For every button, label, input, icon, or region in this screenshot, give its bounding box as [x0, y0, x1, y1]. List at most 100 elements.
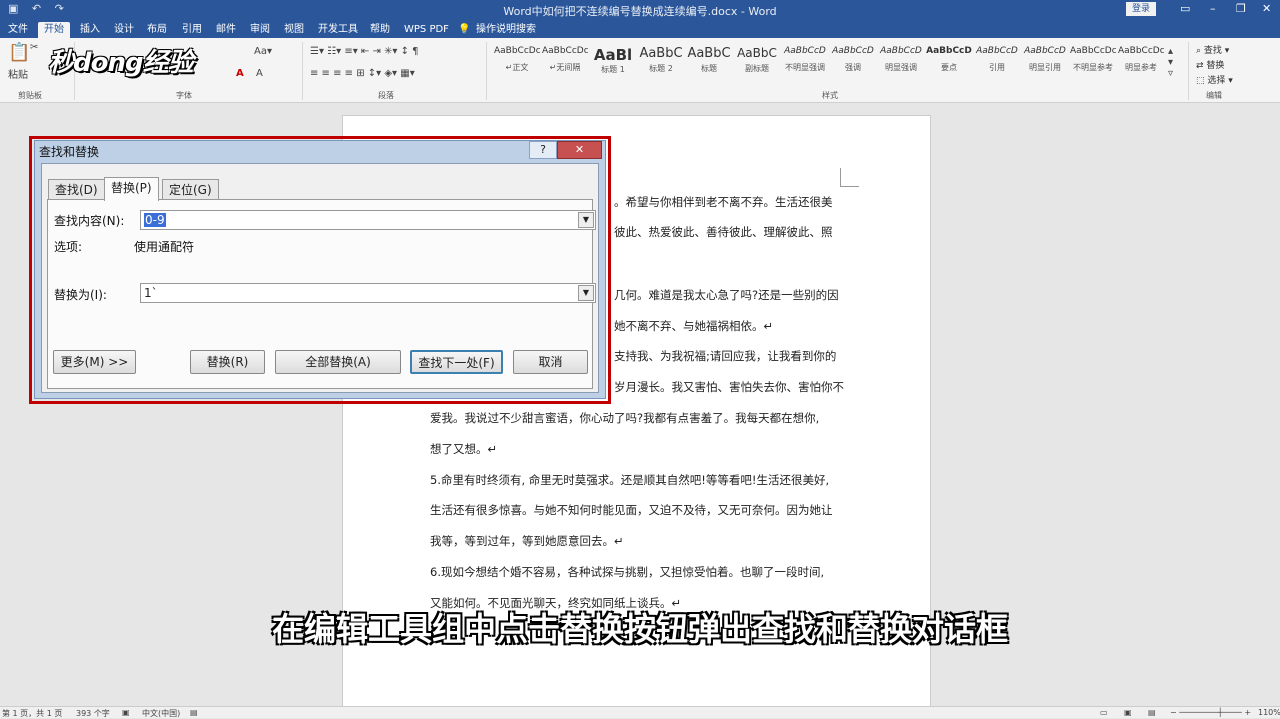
tab-review[interactable]: 审阅 [250, 22, 270, 38]
language[interactable]: 中文(中国) [142, 708, 180, 719]
tab-view[interactable]: 视图 [284, 22, 304, 38]
paste-label[interactable]: 粘贴 [8, 66, 28, 81]
separator [302, 42, 303, 100]
close-window-icon[interactable]: ✕ [1262, 2, 1271, 15]
paste-icon[interactable]: 📋 [8, 42, 30, 63]
select-button[interactable]: ⬚ 选择 ▾ [1196, 73, 1233, 86]
find-what-label: 查找内容(N): [54, 214, 125, 228]
style-intense-quote[interactable]: AaBbCcD 明显引用 [1022, 46, 1068, 82]
style-intense-emphasis[interactable]: AaBbCcD 明显强调 [878, 46, 924, 82]
replace-button[interactable]: 替换(R) [190, 350, 265, 374]
style-heading2[interactable]: AaBbC 标题 2 [638, 46, 684, 82]
ribbon-tabs: 文件 开始 插入 设计 布局 引用 邮件 审阅 视图 开发工具 帮助 WPS P… [0, 20, 1280, 38]
tab-home[interactable]: 开始 [38, 22, 70, 38]
tab-find[interactable]: 查找(D) [48, 179, 105, 200]
find-button[interactable]: ⌕ 查找 ▾ [1196, 43, 1229, 56]
doc-line: 。希望与你相伴到老不离不弃。生活还很美 [614, 195, 833, 209]
options-label: 选项: [54, 240, 83, 254]
style-intense-reference[interactable]: AaBbCcDc 明显参考 [1118, 46, 1164, 82]
tab-wps-pdf[interactable]: WPS PDF [404, 22, 449, 38]
replace-icon: ⇄ [1196, 61, 1207, 71]
separator [486, 42, 487, 100]
style-subtitle[interactable]: AaBbC 副标题 [734, 46, 780, 82]
select-icon: ⬚ [1196, 76, 1208, 86]
proofing-icon[interactable]: ▣ [122, 708, 130, 717]
doc-line: 彼此、热爱彼此、善待彼此、理解彼此、照 [614, 225, 833, 239]
find-what-input[interactable]: 0-9 ▼ [140, 210, 596, 230]
find-next-button[interactable]: 查找下一处(F) [410, 350, 503, 374]
doc-line: 6.现如今想结个婚不容易，各种试探与挑剔，又担惊受怕着。也聊了一段时间, [430, 565, 825, 579]
style-subtle-reference[interactable]: AaBbCcDc 不明显参考 [1070, 46, 1116, 82]
lightbulb-icon: 💡 [458, 24, 471, 35]
read-mode-icon[interactable]: ▭ [1100, 708, 1108, 717]
video-subtitle: 在编辑工具组中点击替换按钮弹出查找和替换对话框 [271, 610, 1008, 648]
editing-group-label: 编辑 [1206, 91, 1222, 100]
replace-with-label: 替换为(I): [54, 288, 107, 302]
search-icon: ⌕ [1196, 46, 1204, 56]
tab-help[interactable]: 帮助 [370, 22, 390, 38]
find-what-value: 0-9 [144, 213, 166, 227]
replace-with-value: 1` [144, 286, 158, 300]
doc-line: 5.命里有时终须有, 命里无时莫强求。还是顺其自然吧!等等看吧!生活还很美好, [430, 473, 830, 487]
doc-line: 生活还有很多惊喜。与她不知何时能见面，又迫不及待，又无可奈何。因为她让 [430, 503, 833, 517]
styles-scroll-icon[interactable]: ▴ ▾ ▿ [1168, 46, 1173, 79]
tab-layout[interactable]: 布局 [147, 22, 167, 38]
chevron-down-icon[interactable]: ▼ [578, 285, 594, 301]
tab-mailings[interactable]: 邮件 [216, 22, 236, 38]
cancel-button[interactable]: 取消 [513, 350, 588, 374]
style-subtle-emphasis[interactable]: AaBbCcD 不明显强调 [782, 46, 828, 82]
style-strong[interactable]: AaBbCcD 要点 [926, 46, 972, 82]
zoom-slider[interactable]: − ────────┼──── + [1170, 708, 1251, 717]
char-shading-icon[interactable]: A [256, 68, 263, 79]
style-title[interactable]: AaBbC 标题 [686, 46, 732, 82]
more-button[interactable]: 更多(M) >> [53, 350, 136, 374]
watermark-logo: 秒dong经验 [48, 48, 194, 78]
bullets-icon[interactable]: ☰▾ ☷▾ ≡▾ ⇤ ⇥ ✳▾ ↕ ¶ [310, 46, 419, 57]
tab-insert[interactable]: 插入 [80, 22, 100, 38]
style-normal[interactable]: AaBbCcDc ↵正文 [494, 46, 540, 82]
font-color-icon[interactable]: A [236, 68, 244, 79]
styles-group-label: 样式 [822, 91, 838, 100]
style-emphasis[interactable]: AaBbCcD 强调 [830, 46, 876, 82]
login-button[interactable]: 登录 [1126, 2, 1156, 16]
tab-file[interactable]: 文件 [8, 22, 28, 38]
style-no-spacing[interactable]: AaBbCcDc ↵无间隔 [542, 46, 588, 82]
window-title: Word中如何把不连续编号替换成连续编号.docx - Word [503, 5, 777, 18]
zoom-level[interactable]: 110% [1258, 708, 1280, 717]
word-count[interactable]: 393 个字 [76, 708, 110, 719]
separator [1188, 42, 1189, 100]
replace-with-input[interactable]: 1` ▼ [140, 283, 596, 303]
doc-line: 支持我、为我祝福;请回应我，让我看到你的 [614, 349, 837, 363]
doc-line: 想了又想。↵ [430, 442, 498, 456]
tab-references[interactable]: 引用 [182, 22, 202, 38]
tab-replace[interactable]: 替换(P) [104, 177, 159, 201]
ribbon-display-icon[interactable]: ▭ [1180, 2, 1190, 15]
doc-line: 岁月漫长。我又害怕、害怕失去你、害怕你不 [614, 380, 844, 394]
print-layout-icon[interactable]: ▣ [1124, 708, 1132, 717]
replace-button[interactable]: ⇄ 替换 [1196, 58, 1224, 71]
macro-icon[interactable]: ▤ [190, 708, 198, 717]
paragraph-group-label: 段落 [378, 91, 394, 100]
page-count[interactable]: 第 1 页，共 1 页 [2, 708, 62, 719]
doc-line: 爱我。我说过不少甜言蜜语，你心动了吗?我都有点害羞了。我每天都在想你, [430, 411, 820, 425]
replace-all-button[interactable]: 全部替换(A) [275, 350, 401, 374]
font-group-label: 字体 [176, 91, 192, 100]
tab-developer[interactable]: 开发工具 [318, 22, 358, 38]
margin-corner-mark [840, 168, 859, 187]
help-button[interactable]: ? [529, 141, 557, 159]
dialog-close-button[interactable]: ✕ [557, 141, 602, 159]
style-quote[interactable]: AaBbCcD 引用 [974, 46, 1020, 82]
minimize-icon[interactable]: – [1210, 2, 1216, 15]
cut-icon[interactable]: ✂ [30, 42, 38, 53]
tell-me-search[interactable]: 操作说明搜索 [476, 22, 536, 38]
chevron-down-icon[interactable]: ▼ [578, 212, 594, 228]
web-layout-icon[interactable]: ▤ [1148, 708, 1156, 717]
options-value: 使用通配符 [134, 240, 195, 254]
tab-goto[interactable]: 定位(G) [162, 179, 219, 200]
style-heading1[interactable]: AaBl 标题 1 [590, 46, 636, 82]
format-painter-icon[interactable]: Aa▾ [254, 46, 272, 57]
align-icon[interactable]: ≡ ≡ ≡ ≡ ⊞ ↕▾ ◈▾ ▦▾ [310, 68, 415, 79]
status-bar: 第 1 页，共 1 页 393 个字 ▣ 中文(中国) ▤ ▭ ▣ ▤ − ──… [0, 706, 1280, 718]
restore-icon[interactable]: ❐ [1236, 2, 1246, 15]
tab-design[interactable]: 设计 [114, 22, 134, 38]
